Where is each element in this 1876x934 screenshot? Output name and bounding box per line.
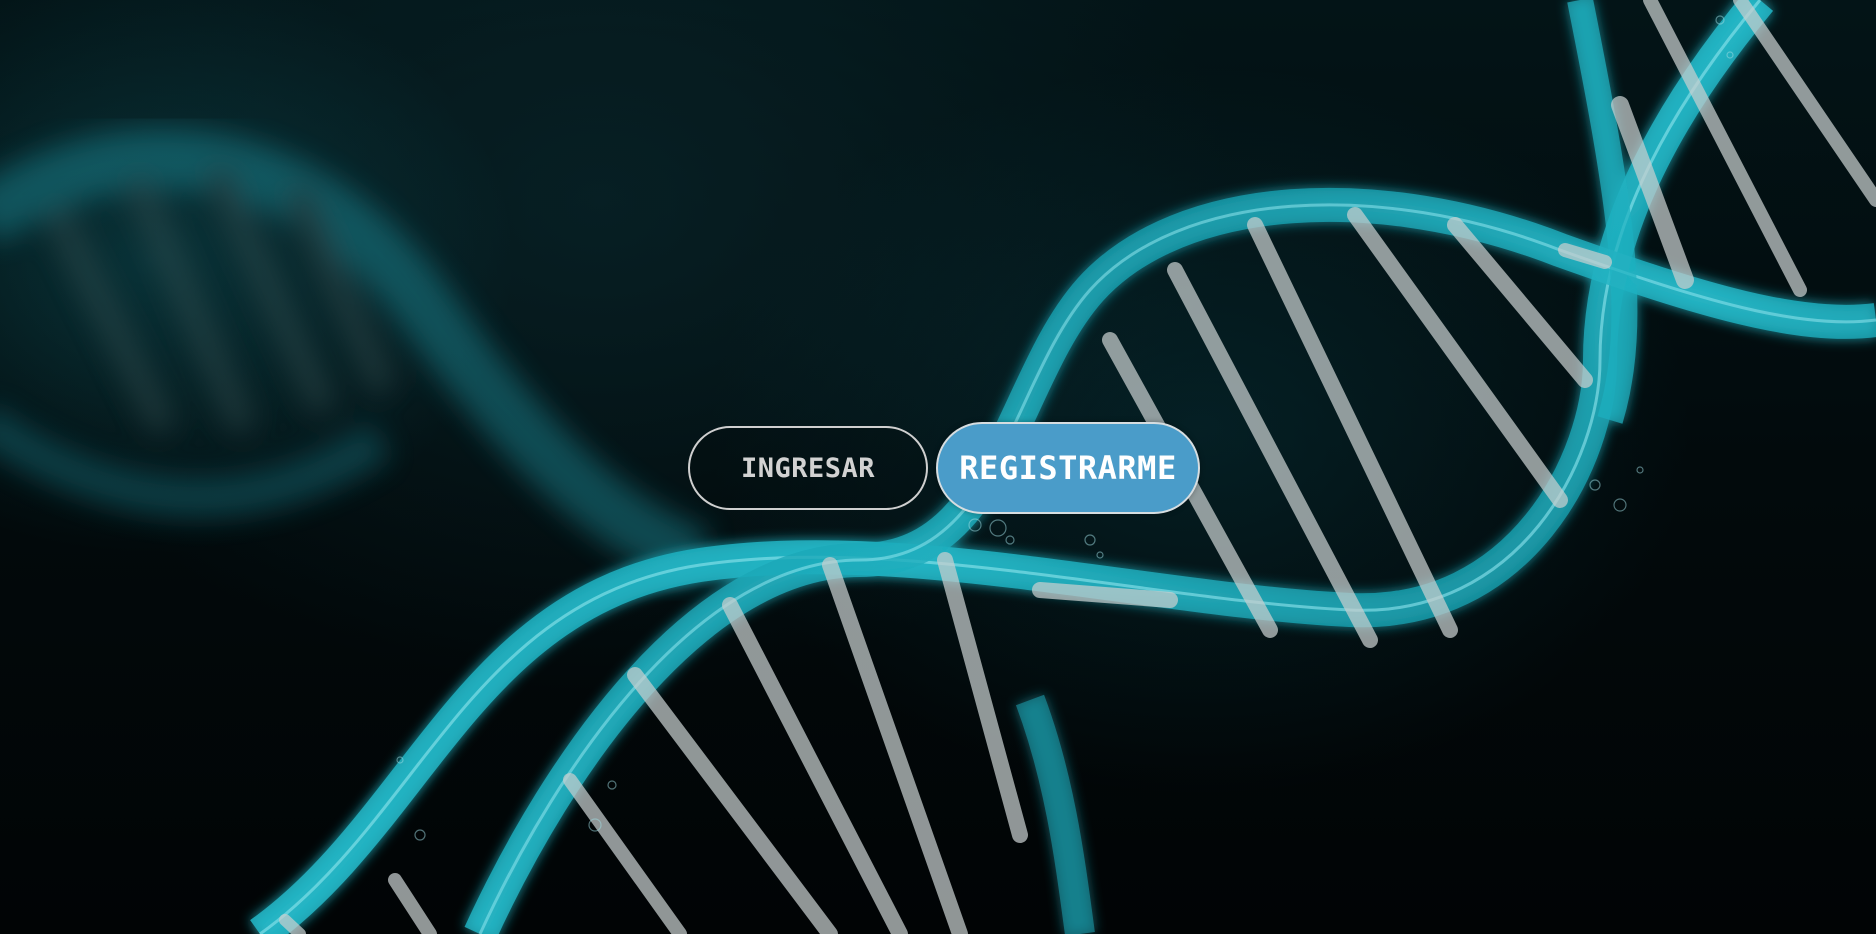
- login-button[interactable]: INGRESAR: [688, 426, 928, 510]
- blurred-helix-left: [0, 128, 712, 588]
- auth-actions: INGRESAR REGISTRARME: [688, 422, 1200, 514]
- register-button[interactable]: REGISTRARME: [936, 422, 1200, 514]
- landing-page: INGRESAR REGISTRARME: [0, 0, 1876, 934]
